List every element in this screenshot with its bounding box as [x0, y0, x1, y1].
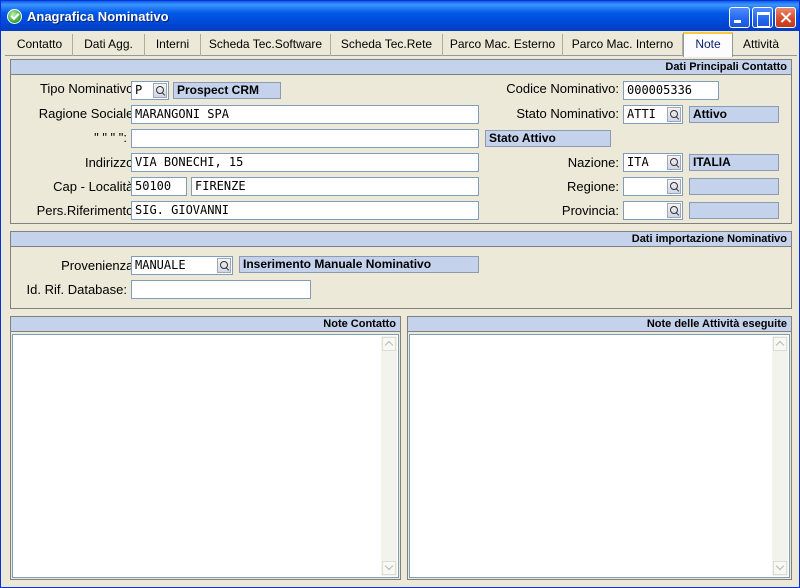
nazione-desc: ITALIA	[689, 154, 779, 171]
label-nazione: Nazione:	[567, 155, 619, 170]
main-contact-panel: Dati Principali Contatto Tipo Nominativo…	[10, 59, 792, 224]
tab-interni[interactable]: Interni	[145, 34, 201, 56]
label-cap-localita: Cap - Località:	[53, 179, 137, 194]
label-codice-nominativo: Codice Nominativo:	[506, 81, 619, 96]
window-title: Anagrafica Nominativo	[27, 9, 169, 24]
scroll-up-arrow-icon[interactable]	[382, 337, 396, 351]
tab-dati-agg[interactable]: Dati Agg.	[73, 34, 145, 56]
tab-parco-mac-esterno[interactable]: Parco Mac. Esterno	[443, 34, 563, 56]
label-id-rif-database: Id. Rif. Database:	[26, 282, 127, 297]
tipo-nominativo-desc: Prospect CRM	[173, 82, 281, 99]
nazione-field[interactable]: ITA	[623, 153, 683, 172]
id-rif-database-field[interactable]	[131, 280, 311, 299]
lookup-search-icon[interactable]	[217, 258, 231, 273]
provenienza-field[interactable]: MANUALE	[131, 256, 233, 275]
panel-header-note-attivita: Note delle Attività eseguite	[408, 317, 791, 332]
note-attivita-panel: Note delle Attività eseguite	[407, 316, 792, 580]
note-contatto-scrollbar[interactable]	[381, 336, 397, 576]
label-ragione-sociale: Ragione Sociale:	[38, 106, 137, 121]
indirizzo-field[interactable]: VIA BONECHI, 15	[131, 153, 479, 172]
tab-note[interactable]: Note	[683, 32, 733, 57]
minimize-button[interactable]	[729, 7, 750, 28]
tab-bar: Contatto Dati Agg. Interni Scheda Tec.So…	[5, 32, 797, 57]
pers-riferimento-field[interactable]: SIG. GIOVANNI	[131, 201, 479, 220]
title-bar[interactable]: Anagrafica Nominativo	[1, 1, 799, 31]
note-attivita-textarea[interactable]	[409, 334, 790, 578]
label-provenienza: Provenienza:	[61, 258, 137, 273]
tab-contatto[interactable]: Contatto	[7, 34, 73, 56]
nazione-value: ITA	[627, 155, 649, 169]
lookup-search-icon[interactable]	[153, 83, 167, 98]
stato-nominativo-field[interactable]: ATTI	[623, 105, 683, 124]
tipo-nominativo-field[interactable]: P	[131, 81, 169, 100]
lookup-search-icon[interactable]	[667, 107, 681, 122]
tipo-nominativo-value: P	[135, 83, 143, 97]
stato-nominativo-value: ATTI	[627, 107, 656, 121]
panel-header-note-contatto: Note Contatto	[11, 317, 400, 332]
maximize-button[interactable]	[752, 7, 773, 28]
provenienza-value: MANUALE	[135, 258, 186, 272]
regione-field[interactable]	[623, 177, 683, 196]
import-panel: Dati importazione Nominativo Provenienza…	[10, 231, 792, 309]
label-pers-riferimento: Pers.Riferimento:	[36, 203, 137, 218]
stato-attivo-desc: Stato Attivo	[485, 130, 611, 147]
application-window: Anagrafica Nominativo Contatto Dati Agg.…	[0, 0, 800, 588]
provincia-desc	[689, 202, 779, 219]
lookup-search-icon[interactable]	[667, 203, 681, 218]
label-stato-nominativo: Stato Nominativo:	[516, 106, 619, 121]
label-tipo-nominativo: Tipo Nominativo:	[39, 81, 137, 96]
provincia-field[interactable]	[623, 201, 683, 220]
note-contatto-textarea[interactable]	[12, 334, 399, 578]
lookup-search-icon[interactable]	[667, 155, 681, 170]
panel-header-dati-principali: Dati Principali Contatto	[11, 60, 791, 75]
close-button[interactable]	[775, 7, 796, 28]
ragione-sociale-2-field[interactable]	[131, 129, 479, 148]
label-regione: Regione:	[566, 179, 619, 194]
provenienza-desc: Inserimento Manuale Nominativo	[239, 256, 479, 273]
tab-attivita[interactable]: Attività	[733, 34, 789, 56]
scroll-up-arrow-icon[interactable]	[773, 337, 787, 351]
label-indirizzo: Indirizzo:	[84, 155, 137, 170]
tab-scheda-tec-software[interactable]: Scheda Tec.Software	[201, 34, 331, 56]
localita-field[interactable]: FIRENZE	[191, 177, 479, 196]
panel-header-dati-importazione: Dati importazione Nominativo	[11, 232, 791, 247]
regione-desc	[689, 178, 779, 195]
tab-scheda-tec-rete[interactable]: Scheda Tec.Rete	[331, 34, 443, 56]
label-ditto: " " " ":	[94, 130, 127, 145]
tab-parco-mac-interno[interactable]: Parco Mac. Interno	[563, 34, 683, 56]
note-attivita-scrollbar[interactable]	[772, 336, 788, 576]
scroll-down-arrow-icon[interactable]	[382, 561, 396, 575]
ragione-sociale-field[interactable]: MARANGONI SPA	[131, 105, 479, 124]
note-contatto-panel: Note Contatto	[10, 316, 401, 580]
scroll-down-arrow-icon[interactable]	[773, 561, 787, 575]
lookup-search-icon[interactable]	[667, 179, 681, 194]
codice-nominativo-field[interactable]: 000005336	[623, 81, 719, 100]
label-provincia: Provincia:	[561, 203, 619, 218]
cap-field[interactable]: 50100	[131, 177, 187, 196]
stato-nominativo-desc: Attivo	[689, 106, 779, 123]
app-check-icon	[7, 9, 22, 24]
